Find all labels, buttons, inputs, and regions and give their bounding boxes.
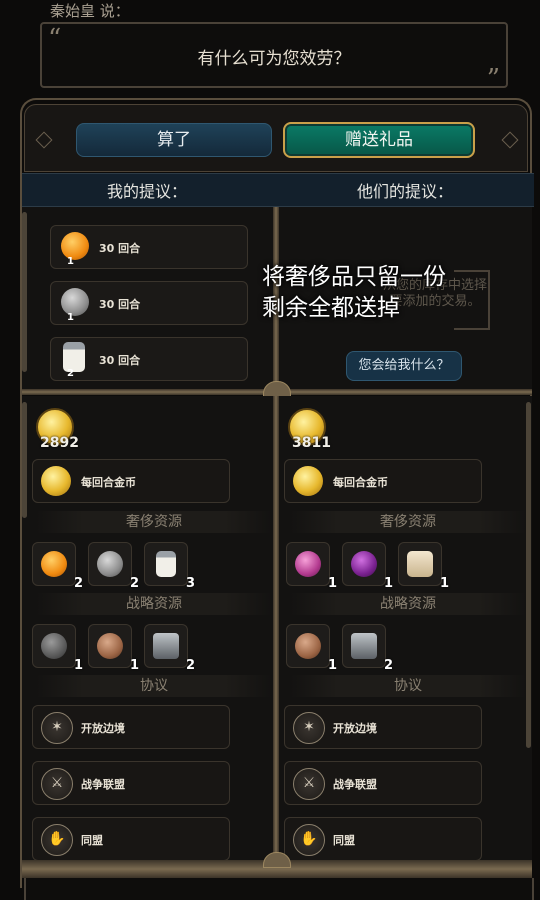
item-count: 1 bbox=[67, 312, 74, 323]
orange-icon bbox=[41, 551, 67, 577]
strategic-resource-stone[interactable]: 1 bbox=[32, 624, 83, 673]
gold-per-turn-button[interactable]: 每回合金币 bbox=[284, 459, 482, 503]
elephant-icon bbox=[61, 288, 89, 316]
resource-count: 3 bbox=[185, 576, 195, 591]
open-borders-icon: ✶ bbox=[293, 712, 325, 744]
alliance-button[interactable]: ✋ 同盟 bbox=[284, 817, 482, 861]
alliance-button[interactable]: ✋ 同盟 bbox=[32, 817, 230, 861]
open-borders-icon: ✶ bbox=[41, 712, 73, 744]
cancel-button[interactable]: 算了 bbox=[76, 123, 272, 157]
stone-icon bbox=[41, 633, 67, 659]
agreement-section-title: 协议 bbox=[36, 675, 272, 697]
resource-count: 1 bbox=[439, 576, 449, 591]
agreement-label: 同盟 bbox=[81, 834, 103, 847]
strategic-resource-iron[interactable]: 2 bbox=[342, 624, 393, 673]
agreement-section-title: 协议 bbox=[290, 675, 526, 697]
dye-icon bbox=[351, 551, 377, 577]
resource-count: 2 bbox=[383, 658, 393, 673]
gold-per-turn-button[interactable]: 每回合金币 bbox=[32, 459, 230, 503]
bottom-strip bbox=[24, 878, 534, 900]
war-alliance-button[interactable]: ⚔ 战争联盟 bbox=[32, 761, 230, 805]
resource-count: 2 bbox=[129, 576, 139, 591]
their-offer-header: 他们的提议： bbox=[356, 182, 453, 201]
strategic-section-title: 战略资源 bbox=[290, 593, 526, 615]
resource-count: 2 bbox=[185, 658, 195, 673]
luxury-section-title: 奢侈资源 bbox=[36, 511, 272, 533]
my-offer-scrollbar[interactable] bbox=[22, 212, 27, 372]
agreement-label: 战争联盟 bbox=[333, 778, 377, 791]
perfume-icon bbox=[295, 551, 321, 577]
handshake-icon: ✋ bbox=[41, 824, 73, 856]
column-divider bbox=[273, 396, 279, 860]
my-inventory-scrollbar[interactable] bbox=[22, 402, 27, 518]
close-quote-icon: ” bbox=[486, 64, 500, 94]
crossed-swords-icon: ⚔ bbox=[293, 768, 325, 800]
gift-button[interactable]: 赠送礼品 bbox=[283, 122, 475, 158]
gold-coin-icon bbox=[41, 466, 71, 496]
strategic-section-title: 战略资源 bbox=[36, 593, 272, 615]
gold-per-turn-label: 每回合金币 bbox=[81, 476, 136, 489]
speech-box: “ 有什么可为您效劳？ ” bbox=[40, 22, 508, 92]
resource-count: 1 bbox=[129, 658, 139, 673]
item-count: 2 bbox=[67, 368, 74, 379]
orange-icon bbox=[61, 232, 89, 260]
my-offer-item[interactable]: 1 30 回合 bbox=[50, 281, 248, 325]
overlay-annotation: 将奢侈品只留一份 剩余全都送掉 bbox=[262, 262, 532, 324]
luxury-resource-dye[interactable]: 1 bbox=[342, 542, 393, 591]
iron-icon bbox=[153, 633, 179, 659]
gold-amount: 2892 bbox=[40, 435, 79, 451]
handshake-icon: ✋ bbox=[293, 824, 325, 856]
speaker-name: 秦始皇 说： bbox=[50, 2, 130, 20]
silk-icon bbox=[407, 551, 433, 577]
resource-count: 1 bbox=[327, 576, 337, 591]
strategic-resource-horse[interactable]: 1 bbox=[88, 624, 139, 673]
agreement-label: 开放边境 bbox=[81, 722, 125, 735]
luxury-resource-orange[interactable]: 2 bbox=[32, 542, 83, 591]
item-duration: 30 回合 bbox=[99, 298, 141, 311]
horse-icon bbox=[97, 633, 123, 659]
war-alliance-button[interactable]: ⚔ 战争联盟 bbox=[284, 761, 482, 805]
resource-count: 1 bbox=[327, 658, 337, 673]
resource-count: 1 bbox=[383, 576, 393, 591]
gold-coin-icon bbox=[293, 466, 323, 496]
speech-text: 有什么可为您效劳？ bbox=[197, 49, 351, 69]
gold-per-turn-label: 每回合金币 bbox=[333, 476, 388, 489]
agreement-label: 同盟 bbox=[333, 834, 355, 847]
strategic-resource-horse[interactable]: 1 bbox=[286, 624, 337, 673]
item-count: 1 bbox=[67, 256, 74, 267]
annotation-line: 将奢侈品只留一份 bbox=[262, 264, 446, 290]
horse-icon bbox=[295, 633, 321, 659]
resource-count: 2 bbox=[73, 576, 83, 591]
agreement-label: 战争联盟 bbox=[81, 778, 125, 791]
what-will-you-give-button[interactable]: 您会给我什么？ bbox=[346, 351, 462, 381]
open-borders-button[interactable]: ✶ 开放边境 bbox=[32, 705, 230, 749]
agreement-label: 开放边境 bbox=[333, 722, 377, 735]
their-inventory-scrollbar[interactable] bbox=[526, 402, 531, 748]
my-offer-item[interactable]: 2 30 回合 bbox=[50, 337, 248, 381]
crossed-swords-icon: ⚔ bbox=[41, 768, 73, 800]
luxury-resource-ivory[interactable]: 2 bbox=[88, 542, 139, 591]
resource-count: 1 bbox=[73, 658, 83, 673]
my-offer-item[interactable]: 1 30 回合 bbox=[50, 225, 248, 269]
luxury-resource-perfume[interactable]: 1 bbox=[286, 542, 337, 591]
luxury-section-title: 奢侈资源 bbox=[290, 511, 526, 533]
open-borders-button[interactable]: ✶ 开放边境 bbox=[284, 705, 482, 749]
my-offer-header: 我的提议： bbox=[106, 182, 187, 201]
gold-amount: 3811 bbox=[292, 435, 331, 451]
strategic-resource-iron[interactable]: 2 bbox=[144, 624, 195, 673]
luxury-resource-salt[interactable]: 3 bbox=[144, 542, 195, 591]
iron-icon bbox=[351, 633, 377, 659]
item-duration: 30 回合 bbox=[99, 354, 141, 367]
luxury-resource-silk[interactable]: 1 bbox=[398, 542, 449, 591]
salt-icon bbox=[156, 551, 176, 577]
item-duration: 30 回合 bbox=[99, 242, 141, 255]
elephant-icon bbox=[97, 551, 123, 577]
annotation-line: 剩余全都送掉 bbox=[262, 295, 400, 321]
